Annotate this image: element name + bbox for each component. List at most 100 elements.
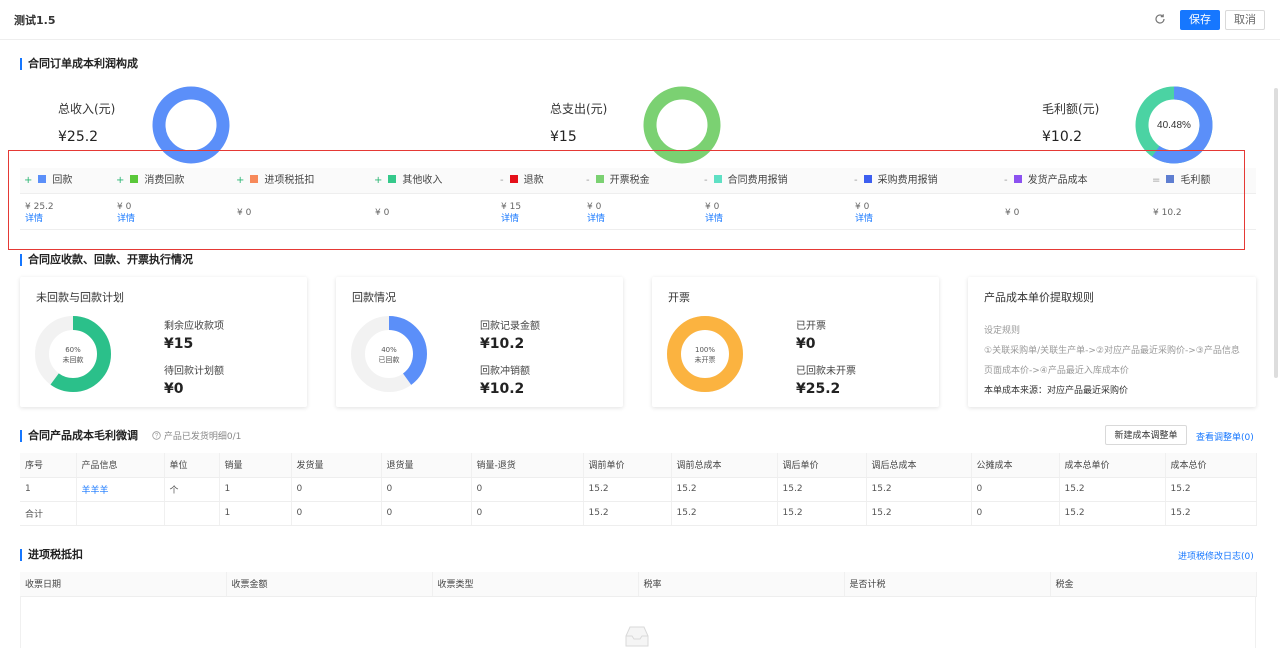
tax-log-link[interactable]: 进项税修改日志(0): [1178, 549, 1254, 562]
column-header: 调前总成本: [671, 453, 778, 478]
column-header: 单位: [164, 453, 220, 478]
ring-percent: 40%: [381, 346, 397, 354]
table-row: 1 羊羊羊个 1 0 0 0 15.2 15.2 15.2 15.2 0 15.2 15.2: [20, 477, 1257, 502]
page-scrollbar[interactable]: [1274, 88, 1278, 378]
kv-value: ¥10.2: [480, 336, 525, 352]
card-payment: 回款情况 40% 已回款 回款记录金额 ¥10.2 回款冲销额 ¥10.2: [336, 277, 623, 407]
kv-value: ¥15: [164, 336, 194, 352]
column-header: 收票类型: [432, 572, 639, 597]
table-cell: 0: [291, 501, 382, 526]
column-header: 收票金额: [226, 572, 433, 597]
column-header: 成本总单价: [1059, 453, 1166, 478]
ring-percent: 60%: [65, 346, 81, 354]
section-title-product-cost: 合同产品成本毛利微调 ? 产品已发货明细0/1: [20, 429, 241, 444]
column-header: 销量: [219, 453, 292, 478]
table-cell: 15.2: [866, 477, 972, 502]
column-header: 销量-退货: [471, 453, 584, 478]
table-cell: 15.2: [866, 501, 972, 526]
card-cost-rule: 产品成本单价提取规则 设定规则 ①关联采购单/关联生产单->②对应产品最近采购价…: [968, 277, 1256, 407]
new-cost-adjustment-button[interactable]: 新建成本调整单: [1105, 425, 1187, 445]
top-bar: 测试1.5 保存 取消: [0, 0, 1280, 40]
kv-key: 回款冲销额: [480, 366, 530, 377]
table-header-row: 序号 产品信息 单位 销量 发货量 退货量 销量-退货 调前单价 调前总成本 调后单价 调后总成本公…: [20, 453, 1257, 478]
kv-value: ¥25.2: [796, 381, 841, 397]
kv-key: 已回款未开票: [796, 366, 856, 377]
product-link[interactable]: 羊羊羊: [76, 477, 165, 502]
kv-invoiced: 已开票 ¥0: [796, 317, 826, 352]
ring-subtitle: 已回款: [378, 356, 400, 364]
summary-value: ¥15: [550, 129, 577, 145]
table-cell: 0: [381, 477, 472, 502]
ring-center-label: 100% 未开票: [666, 345, 744, 365]
summary-total-income: 总收入(元) ¥25.2: [58, 100, 115, 145]
column-header: 是否计税: [844, 572, 1051, 597]
shipped-detail-hint: ? 产品已发货明细0/1: [152, 431, 241, 442]
rule-line: 设定规则: [984, 326, 1021, 336]
summary-gross-profit: 毛利额(元) ¥10.2: [1042, 100, 1099, 145]
table-cell: 1: [219, 501, 292, 526]
kv-key: 回款记录金额: [480, 321, 540, 332]
card-title: 回款情况: [352, 291, 396, 304]
ring-center-label: 60% 未回款: [34, 345, 112, 365]
table-cell: [76, 501, 165, 526]
summary-value: ¥10.2: [1042, 129, 1083, 145]
ring-center-label: 40% 已回款: [350, 345, 428, 365]
card-unpaid: 未回款与回款计划 60% 未回款 剩余应收款项 ¥15 待回款计划额 ¥0: [20, 277, 307, 407]
table-cell: 个: [164, 477, 220, 502]
app-root: 测试1.5 保存 取消 合同订单成本利润构成 总收入(元) ¥25.2 总支出(…: [0, 0, 1280, 648]
table-cell: 15.2: [1165, 501, 1257, 526]
cost-rule-text: 设定规则 ①关联采购单/关联生产单->②对应产品最近采购价->③产品信息 页面成…: [984, 321, 1240, 401]
card-title: 未回款与回款计划: [36, 291, 124, 304]
column-header: 公摊成本: [971, 453, 1060, 478]
summary-value: ¥25.2: [58, 129, 99, 145]
ring-percent: 100%: [694, 346, 715, 354]
rule-source: 本单成本来源：对应产品最近采购价: [984, 386, 1129, 396]
column-header: 成本总价: [1165, 453, 1257, 478]
summary-total-expense: 总支出(元) ¥15: [550, 100, 607, 145]
table-cell: 0: [971, 477, 1060, 502]
table-cell: 15.2: [583, 477, 672, 502]
ring-subtitle: 未回款: [62, 356, 84, 364]
save-button[interactable]: 保存: [1180, 10, 1220, 30]
kv-value: ¥10.2: [480, 381, 525, 397]
input-tax-table: 收票日期 收票金额 收票类型 税率 是否计税 税金: [20, 572, 1257, 597]
refresh-icon[interactable]: [1153, 13, 1167, 27]
view-adjustment-link[interactable]: 查看调整单(0): [1196, 430, 1254, 443]
section-title-input-tax: 进项税抵扣: [20, 548, 83, 562]
column-header: 税率: [638, 572, 845, 597]
column-header: 税金: [1050, 572, 1257, 597]
page-title: 测试1.5: [14, 14, 56, 27]
ring-subtitle: 未开票: [694, 356, 716, 364]
section-title-text: 合同产品成本毛利微调: [28, 429, 138, 442]
table-cell: 合计: [20, 501, 77, 526]
column-header: 调后单价: [777, 453, 867, 478]
help-icon[interactable]: ?: [152, 431, 161, 440]
summary-label: 总收入(元): [58, 102, 116, 116]
rule-line: ①关联采购单/关联生产单->②对应产品最近采购价->③产品信息: [984, 346, 1240, 356]
section-title-cost-structure: 合同订单成本利润构成: [20, 57, 138, 71]
table-header-row: 收票日期 收票金额 收票类型 税率 是否计税 税金: [20, 572, 1257, 597]
table-row: 合计 1 0 0 0 15.2 15.2 15.2 15.2 0 15.2 15.2: [20, 501, 1257, 526]
card-title: 产品成本单价提取规则: [984, 291, 1094, 304]
table-cell: 1: [219, 477, 292, 502]
kv-plan: 待回款计划额 ¥0: [164, 362, 224, 397]
column-header: 调前单价: [583, 453, 672, 478]
card-invoice: 开票 100% 未开票 已开票 ¥0 已回款未开票 ¥25.2: [652, 277, 939, 407]
table-cell: 15.2: [777, 501, 867, 526]
column-header: 收票日期: [20, 572, 227, 597]
card-title: 开票: [668, 291, 690, 304]
empty-inbox-icon: [625, 626, 649, 647]
product-cost-table: 序号 产品信息 单位 销量 发货量 退货量 销量-退货 调前单价 调前总成本 调后单价 调后总成本公…: [20, 453, 1257, 526]
table-cell: 0: [471, 477, 584, 502]
table-cell: 15.2: [777, 477, 867, 502]
table-cell: 15.2: [583, 501, 672, 526]
kv-value: ¥0: [164, 381, 184, 397]
highlight-box: [8, 150, 1245, 250]
table-cell: 0: [291, 477, 382, 502]
kv-payment-amount: 回款记录金额 ¥10.2: [480, 317, 540, 352]
table-cell: [164, 501, 220, 526]
cancel-button[interactable]: 取消: [1225, 10, 1265, 30]
table-cell: 0: [971, 501, 1060, 526]
kv-paid-not-invoiced: 已回款未开票 ¥25.2: [796, 362, 856, 397]
kv-key: 剩余应收款项: [164, 321, 224, 332]
